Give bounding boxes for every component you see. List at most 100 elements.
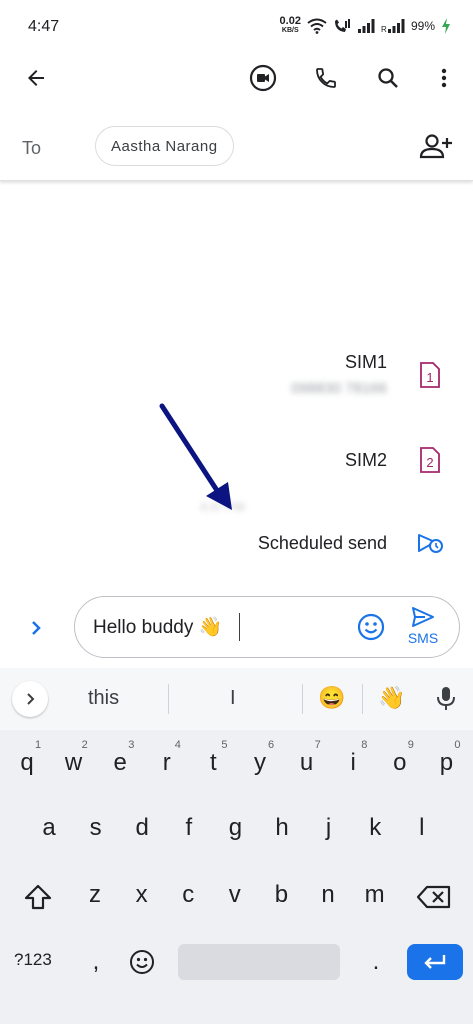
- expand-attachments-button[interactable]: [16, 608, 56, 648]
- status-icons: 0.02 KB/S R 99%: [279, 15, 451, 35]
- key-u[interactable]: u: [287, 749, 327, 777]
- key-hint-3: 3: [128, 739, 135, 751]
- comma-key[interactable]: ,: [76, 948, 116, 976]
- key-w[interactable]: w: [54, 749, 94, 777]
- phone-call-button[interactable]: [306, 58, 346, 98]
- key-t[interactable]: t: [193, 749, 233, 777]
- more-vert-icon: [441, 68, 447, 88]
- status-bar: 4:47 0.02 KB/S R 99%: [0, 0, 473, 56]
- send-type-label: SMS: [407, 630, 439, 646]
- sim2-badge: 2: [426, 455, 433, 470]
- backspace-key[interactable]: [414, 877, 454, 917]
- sim1-number: 098830 78166: [291, 380, 387, 397]
- sim1-label[interactable]: SIM1: [345, 352, 387, 373]
- suggestion-divider: [168, 684, 169, 714]
- search-button[interactable]: [368, 58, 408, 98]
- message-input[interactable]: Hello buddy 👋 SMS: [74, 596, 460, 658]
- to-label: To: [22, 138, 42, 158]
- shift-icon: [24, 884, 52, 910]
- key-l[interactable]: l: [402, 814, 442, 842]
- message-text[interactable]: Hello buddy 👋: [93, 615, 222, 639]
- enter-icon: [424, 955, 446, 969]
- key-x[interactable]: x: [122, 881, 162, 909]
- key-j[interactable]: j: [309, 814, 349, 842]
- net-speed-unit: KB/S: [281, 27, 299, 34]
- suggestion-emoji-2[interactable]: 👋: [378, 685, 405, 711]
- emoji-button[interactable]: [351, 607, 391, 647]
- suggestion-divider: [362, 684, 363, 714]
- suggestion-divider: [302, 684, 303, 714]
- key-i[interactable]: i: [333, 749, 373, 777]
- chevron-right-icon: [32, 621, 41, 635]
- annotation-arrow: [159, 403, 232, 510]
- text-caret: [239, 613, 240, 641]
- scheduled-send-label[interactable]: Scheduled send: [258, 533, 387, 554]
- suggestion-emoji-1[interactable]: 😄: [318, 685, 345, 711]
- key-s[interactable]: s: [76, 814, 116, 842]
- key-c[interactable]: c: [168, 881, 208, 909]
- more-options-button[interactable]: [424, 58, 464, 98]
- sim1-badge: 1: [426, 370, 433, 385]
- key-hint-1: 1: [35, 739, 42, 751]
- sim2-label[interactable]: SIM2: [345, 450, 387, 471]
- symbols-key[interactable]: ?123: [14, 950, 52, 970]
- key-h[interactable]: h: [262, 814, 302, 842]
- key-hint-7: 7: [314, 739, 321, 751]
- backspace-icon: [417, 885, 451, 909]
- key-a[interactable]: a: [29, 814, 69, 842]
- key-e[interactable]: e: [100, 749, 140, 777]
- status-time: 4:47: [28, 18, 60, 35]
- app-bar: [0, 56, 473, 112]
- emoji-icon: [357, 613, 385, 641]
- key-f[interactable]: f: [169, 814, 209, 842]
- key-o[interactable]: o: [380, 749, 420, 777]
- period-key[interactable]: .: [356, 948, 396, 976]
- send-sms-button[interactable]: SMS: [399, 606, 447, 650]
- space-key[interactable]: [178, 944, 340, 980]
- key-k[interactable]: k: [355, 814, 395, 842]
- key-hint-0: 0: [454, 739, 461, 751]
- phone-icon: [316, 68, 336, 88]
- key-hint-5: 5: [221, 739, 228, 751]
- suggestion-2[interactable]: I: [230, 687, 236, 710]
- key-m[interactable]: m: [355, 881, 395, 909]
- keyboard: this I 😄 👋 ?123 , . q 1 w 2 e 3 r 4 t 5 …: [0, 668, 473, 1024]
- key-d[interactable]: d: [122, 814, 162, 842]
- key-g[interactable]: g: [215, 814, 255, 842]
- key-p[interactable]: p: [426, 749, 466, 777]
- key-hint-4: 4: [174, 739, 181, 751]
- enter-key[interactable]: [407, 944, 463, 980]
- keyboard-toolbar-toggle[interactable]: [12, 681, 48, 717]
- scheduled-send-icon[interactable]: [417, 531, 445, 557]
- send-icon: [412, 607, 434, 627]
- key-hint-2: 2: [81, 739, 88, 751]
- key-z[interactable]: z: [75, 881, 115, 909]
- wifi-icon: [307, 18, 327, 34]
- key-hint-6: 6: [268, 739, 275, 751]
- svg-text:R: R: [381, 25, 387, 33]
- suggestion-1[interactable]: this: [88, 687, 119, 710]
- voice-input-button[interactable]: [426, 679, 466, 719]
- add-recipient-button[interactable]: [416, 126, 456, 166]
- add-person-icon: [419, 134, 452, 159]
- key-hint-8: 8: [361, 739, 368, 751]
- emoji-icon: [130, 950, 154, 974]
- shift-key[interactable]: [18, 877, 58, 917]
- recipient-chip[interactable]: Aastha Narang: [95, 126, 234, 166]
- net-speed-value: 0.02: [279, 15, 301, 27]
- video-call-button[interactable]: [243, 58, 283, 98]
- sim1-icon[interactable]: 1: [419, 361, 441, 389]
- sim2-icon[interactable]: 2: [419, 446, 441, 474]
- key-q[interactable]: q: [7, 749, 47, 777]
- key-v[interactable]: v: [215, 881, 255, 909]
- video-call-icon: [249, 64, 277, 92]
- suggestion-bar: this I 😄 👋: [0, 668, 473, 730]
- back-button[interactable]: [16, 58, 56, 98]
- arrow-back-icon: [28, 70, 44, 86]
- key-b[interactable]: b: [261, 881, 301, 909]
- emoji-key[interactable]: [122, 942, 162, 982]
- key-r[interactable]: r: [147, 749, 187, 777]
- key-n[interactable]: n: [308, 881, 348, 909]
- key-y[interactable]: y: [240, 749, 280, 777]
- wifi-calling-icon: [334, 19, 350, 32]
